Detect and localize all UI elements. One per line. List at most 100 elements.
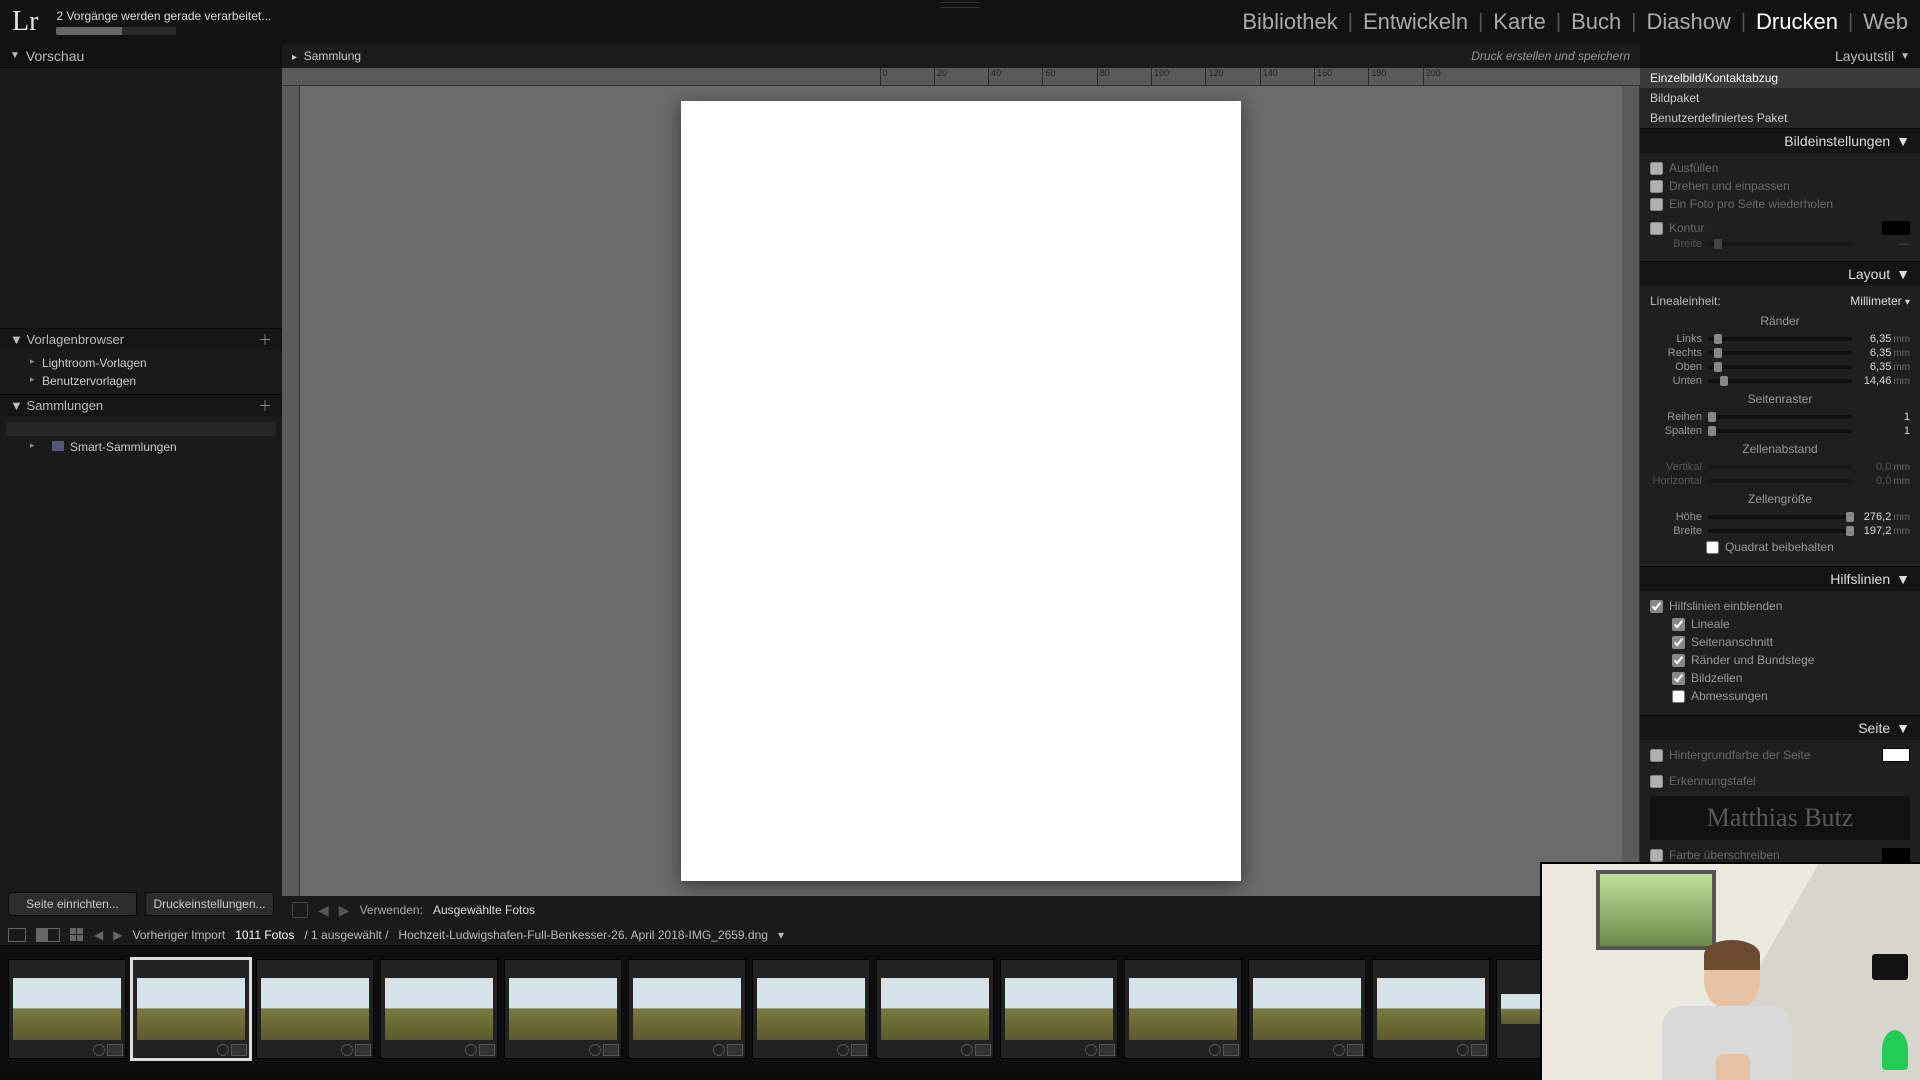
module-web[interactable]: Web — [1863, 9, 1908, 35]
templates-lightroom[interactable]: Lightroom-Vorlagen — [0, 354, 282, 372]
add-template-icon[interactable]: ＋ — [258, 330, 272, 350]
thumbnail[interactable] — [1000, 959, 1118, 1059]
thumbnail[interactable] — [1248, 959, 1366, 1059]
app-logo: Lr — [12, 6, 38, 38]
top-grip[interactable] — [940, 2, 980, 8]
image-settings-header[interactable]: Bildeinstellungen▼ — [1640, 129, 1920, 153]
thumbnail[interactable] — [628, 959, 746, 1059]
fs-source[interactable]: Vorheriger Import — [132, 928, 225, 942]
right-panel: Layoutstil▼ Einzelbild/Kontaktabzug Bild… — [1640, 44, 1920, 924]
cell-w-slider[interactable]: Breite197,2mm — [1650, 524, 1910, 538]
page-header[interactable]: Seite▼ — [1640, 716, 1920, 740]
templates-user[interactable]: Benutzervorlagen — [0, 372, 282, 390]
stroke-width-slider[interactable]: Breite— — [1650, 237, 1910, 251]
module-book[interactable]: Buch — [1571, 9, 1621, 35]
module-develop[interactable]: Entwickeln — [1363, 9, 1468, 35]
thumbnail[interactable] — [1372, 959, 1490, 1059]
style-custom[interactable]: Benutzerdefiniertes Paket — [1640, 108, 1920, 128]
chk-g-margins[interactable]: Ränder und Bundstege — [1672, 651, 1910, 669]
fs-path-caret-icon[interactable]: ▾ — [778, 928, 784, 942]
margins-subhead: Ränder — [1650, 310, 1910, 332]
ruler-units-label: Linealeinheit: — [1650, 294, 1721, 308]
module-library[interactable]: Bibliothek — [1242, 9, 1337, 35]
chk-zoom-fill[interactable]: Ausfüllen — [1650, 159, 1910, 177]
chk-g-bleed[interactable]: Seitenanschnitt — [1672, 633, 1910, 651]
collections-tree: Smart-Sammlungen — [0, 416, 282, 460]
spacing-h-slider[interactable]: Horizontal0,0mm — [1650, 474, 1910, 488]
task-progress: 2 Vorgänge werden gerade verarbeitet... — [56, 9, 271, 35]
thumbnail[interactable] — [132, 959, 250, 1059]
use-dropdown[interactable]: Ausgewählte Fotos — [433, 903, 535, 917]
collection-caret-icon[interactable]: ▸ — [292, 52, 297, 63]
cell-h-slider[interactable]: Höhe276,2mm — [1650, 510, 1910, 524]
style-single[interactable]: Einzelbild/Kontaktabzug — [1640, 68, 1920, 88]
preview-header[interactable]: ▼ Vorschau — [0, 44, 282, 68]
templates-tree: Lightroom-Vorlagen Benutzervorlagen — [0, 350, 282, 394]
module-print[interactable]: Drucken — [1756, 9, 1838, 35]
spacing-v-slider[interactable]: Vertikal0,0mm — [1650, 460, 1910, 474]
nav-fwd-icon[interactable]: ▶ — [113, 928, 122, 942]
cols-slider[interactable]: Spalten1 — [1650, 424, 1910, 438]
chk-g-rulers[interactable]: Lineale — [1672, 615, 1910, 633]
collections-header[interactable]: ▼ Sammlungen ＋ — [0, 394, 282, 416]
module-slideshow[interactable]: Diashow — [1646, 9, 1730, 35]
thumbnail[interactable] — [8, 959, 126, 1059]
toolbar-toggle[interactable] — [292, 902, 308, 918]
identity-plate[interactable]: Matthias Butz — [1650, 796, 1910, 840]
create-print-button[interactable]: Druck erstellen und speichern — [1471, 49, 1630, 63]
thumbnail[interactable] — [1124, 959, 1242, 1059]
layout-style-header[interactable]: Layoutstil▼ — [1640, 44, 1920, 68]
style-package[interactable]: Bildpaket — [1640, 88, 1920, 108]
margin-bottom-slider[interactable]: Unten14,46mm — [1650, 374, 1910, 388]
ruler-units-dropdown[interactable]: Millimeter ▾ — [1850, 294, 1910, 308]
task-progress-bar — [56, 27, 176, 35]
left-bottom-buttons: Seite einrichten... Druckeinstellungen..… — [0, 884, 282, 924]
grid-subhead: Seitenraster — [1650, 388, 1910, 410]
left-panel: ▼ Vorschau ▼ Vorlagenbrowser ＋ Lightroom… — [0, 44, 282, 924]
thumbnail[interactable] — [504, 959, 622, 1059]
stroke-color-swatch[interactable] — [1882, 221, 1910, 235]
add-collection-icon[interactable]: ＋ — [258, 396, 272, 416]
templates-header[interactable]: ▼ Vorlagenbrowser ＋ — [0, 328, 282, 350]
fs-path[interactable]: Hochzeit-Ludwigshafen-Full-Benkesser-26.… — [398, 928, 768, 942]
collections-filter-input[interactable] — [6, 422, 276, 436]
margin-left-slider[interactable]: Links6,35mm — [1650, 332, 1910, 346]
guides-header[interactable]: Hilfslinien▼ — [1640, 567, 1920, 591]
chk-repeat[interactable]: Ein Foto pro Seite wiederholen — [1650, 195, 1910, 213]
chk-g-dims[interactable]: Abmessungen — [1672, 687, 1910, 705]
second-display-icon[interactable] — [36, 928, 60, 942]
thumbnail[interactable] — [752, 959, 870, 1059]
webcam-overlay — [1540, 862, 1920, 1080]
thumbnail[interactable] — [380, 959, 498, 1059]
main-display-icon[interactable] — [8, 928, 26, 942]
print-canvas[interactable] — [300, 86, 1622, 896]
chk-stroke[interactable]: Kontur — [1650, 219, 1910, 237]
center-toolbar: ◀ ▶ Verwenden: Ausgewählte Fotos — [282, 896, 1640, 924]
next-page-icon[interactable]: ▶ — [339, 902, 350, 919]
nav-back-icon[interactable]: ◀ — [94, 928, 103, 942]
module-map[interactable]: Karte — [1493, 9, 1546, 35]
chk-identity[interactable]: Erkennungstafel — [1650, 772, 1910, 790]
margin-top-slider[interactable]: Oben6,35mm — [1650, 360, 1910, 374]
chk-show-guides[interactable]: Hilfslinien einblenden — [1650, 597, 1910, 615]
print-page[interactable] — [681, 101, 1241, 881]
override-color-swatch[interactable] — [1882, 848, 1910, 862]
margin-right-slider[interactable]: Rechts6,35mm — [1650, 346, 1910, 360]
chk-keep-square[interactable]: Quadrat beibehalten — [1650, 538, 1910, 556]
chk-bg-color[interactable]: Hintergrundfarbe der Seite — [1650, 746, 1910, 764]
rows-slider[interactable]: Reihen1 — [1650, 410, 1910, 424]
page-setup-button[interactable]: Seite einrichten... — [8, 892, 137, 916]
center-header: ▸ Sammlung Druck erstellen und speichern — [282, 44, 1640, 68]
bg-color-swatch[interactable] — [1882, 748, 1910, 762]
grid-view-icon[interactable] — [70, 928, 84, 942]
thumbnail[interactable] — [256, 959, 374, 1059]
module-picker: Bibliothek| Entwickeln| Karte| Buch| Dia… — [1242, 9, 1908, 35]
thumbnail[interactable] — [876, 959, 994, 1059]
print-settings-button[interactable]: Druckeinstellungen... — [145, 892, 274, 916]
layout-header[interactable]: Layout▼ — [1640, 262, 1920, 286]
preview-area — [0, 68, 282, 328]
chk-g-cells[interactable]: Bildzellen — [1672, 669, 1910, 687]
chk-rotate-fit[interactable]: Drehen und einpassen — [1650, 177, 1910, 195]
prev-page-icon[interactable]: ◀ — [318, 902, 329, 919]
smart-collections-item[interactable]: Smart-Sammlungen — [0, 438, 282, 456]
